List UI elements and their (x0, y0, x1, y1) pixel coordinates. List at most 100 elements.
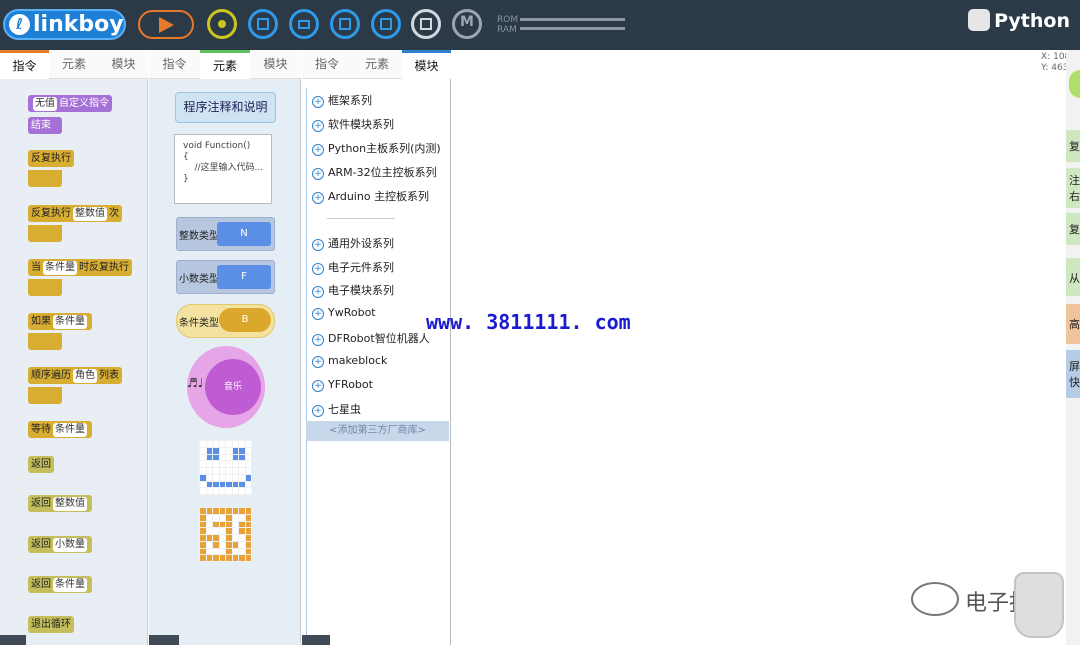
panel2-scrollbar[interactable] (149, 635, 179, 645)
panel3-scrollbar[interactable] (302, 635, 330, 645)
int-value-slot[interactable]: 整数值 (73, 207, 107, 221)
return-int-slot[interactable]: 整数值 (53, 497, 87, 511)
right-block[interactable]: 屏快 (1066, 350, 1080, 398)
repeat-n-block[interactable]: 反复执行 整数值次 (28, 205, 122, 222)
tab-elements[interactable]: 元素 (49, 50, 99, 79)
condition-slot[interactable]: 条件量 (43, 261, 77, 275)
module-item[interactable]: + makeblock (312, 354, 387, 368)
tab-elements[interactable]: 元素 (200, 50, 250, 79)
music-label: 音乐 (205, 359, 261, 415)
python-label: Python (994, 10, 1070, 32)
workspace-canvas[interactable]: X: 1087 Y: 463 www. 3811111. com 电子报 (426, 50, 1076, 645)
module-item[interactable]: + 通用外设系列 (312, 235, 394, 251)
wait-condition-slot[interactable]: 条件量 (53, 423, 87, 437)
led-pixel (239, 474, 245, 481)
led-pixel (219, 461, 225, 467)
save-button[interactable] (248, 9, 278, 39)
copy-button[interactable] (371, 9, 401, 39)
if-condition-slot[interactable]: 条件量 (53, 315, 87, 329)
tab-modules[interactable]: 模块 (402, 50, 451, 79)
module-item[interactable]: + 框架系列 (312, 92, 372, 108)
led-pixel (239, 488, 245, 494)
grid-button[interactable] (411, 9, 441, 39)
repeat-block[interactable]: 反复执行 (28, 150, 74, 167)
led-pixel (219, 521, 225, 528)
right-block[interactable]: 从 (1066, 258, 1080, 296)
bool-type-block[interactable]: 条件类型 B (176, 304, 275, 338)
module-item[interactable]: + Python主板系列(内测) (312, 140, 441, 156)
led-pixel (226, 488, 232, 494)
tab-modules[interactable]: 模块 (99, 50, 148, 79)
module-item[interactable]: + YwRobot (312, 306, 376, 320)
module-item[interactable]: + YFRobot (312, 378, 373, 392)
float-type-block[interactable]: 小数类型 F (176, 260, 275, 294)
tab-modules[interactable]: 模块 (250, 50, 301, 79)
module-item[interactable]: + 软件模块系列 (312, 116, 394, 132)
tab-instructions[interactable]: 指令 (0, 50, 49, 79)
return-decimal-block[interactable]: 返回 小数量 (28, 536, 92, 553)
module-label: Arduino 主控板系列 (328, 190, 430, 203)
led-pixel (239, 468, 245, 474)
module-item[interactable]: + 七星虫 (312, 401, 361, 417)
wait-block[interactable]: 等待 条件量 (28, 421, 92, 438)
right-block[interactable]: 注右 (1066, 168, 1080, 208)
collapse-arrow-icon[interactable] (1069, 70, 1080, 98)
return-condition-slot[interactable]: 条件量 (53, 578, 87, 592)
led-matrix-blue[interactable] (199, 440, 252, 495)
open-button[interactable] (289, 9, 319, 39)
rom-label: ROM (497, 15, 519, 25)
add-third-party-button[interactable]: <添加第三方厂商库> (306, 421, 449, 441)
custom-command-block[interactable]: 无值 自定义指令 (28, 95, 112, 112)
return-decimal-slot[interactable]: 小数量 (53, 538, 87, 552)
while-block[interactable]: 当条件量 时反复执行 (28, 259, 132, 276)
if-block[interactable]: 如果 条件量 (28, 313, 92, 330)
led-matrix-orange[interactable] (199, 507, 252, 562)
m-button[interactable]: M (452, 9, 482, 39)
logo-icon: ℓ (9, 14, 30, 35)
ram-bar (520, 27, 625, 30)
repeat-n-label: 反复执行 (31, 208, 71, 219)
expand-icon: + (312, 192, 324, 204)
return-block[interactable]: 返回 (28, 456, 54, 473)
return-condition-block[interactable]: 返回 条件量 (28, 576, 92, 593)
led-pixel (213, 481, 219, 488)
preview-button[interactable] (207, 9, 237, 39)
led-pixel (245, 481, 251, 488)
trash-bin-icon[interactable] (1014, 572, 1064, 638)
led-pixel (232, 474, 238, 481)
module-item[interactable]: + 电子元件系列 (312, 259, 394, 275)
exit-loop-block[interactable]: 退出循环 (28, 616, 74, 633)
module-item[interactable]: + Arduino 主控板系列 (312, 188, 429, 204)
right-block[interactable]: 复 (1066, 213, 1080, 245)
module-label: 通用外设系列 (328, 237, 394, 250)
led-pixel (239, 454, 245, 461)
edit-button[interactable] (330, 9, 360, 39)
panel1-scrollbar[interactable] (0, 635, 26, 645)
right-block[interactable]: 复 (1066, 130, 1080, 162)
led-pixel (232, 555, 238, 561)
led-pixel (213, 521, 219, 528)
iterate-block[interactable]: 顺序遍历 角色 列表 (28, 367, 122, 384)
right-block[interactable]: 高 (1066, 304, 1080, 344)
function-code-box[interactable]: void Function() { //这里输入代码... } (174, 134, 272, 204)
float-letter: F (217, 265, 271, 289)
module-item[interactable]: + 电子模块系列 (312, 282, 394, 298)
python-mode[interactable]: Python (968, 9, 1070, 32)
tab-instructions[interactable]: 指令 (302, 50, 352, 79)
role-slot[interactable]: 角色 (73, 369, 97, 383)
run-button[interactable] (138, 10, 194, 39)
music-element[interactable]: 音乐 ♬♩ (187, 346, 265, 428)
end-block[interactable]: 结束 (28, 117, 62, 134)
tab-elements[interactable]: 元素 (352, 50, 402, 79)
led-pixel (206, 454, 212, 461)
led-pixel (232, 447, 238, 454)
module-item[interactable]: + DFRobot智位机器人 (312, 330, 430, 346)
led-pixel (206, 481, 212, 488)
led-pixel (213, 441, 219, 447)
program-comment-button[interactable]: 程序注释和说明 (175, 92, 276, 123)
module-item[interactable]: + ARM-32位主控板系列 (312, 164, 437, 180)
expand-icon: + (312, 168, 324, 180)
tab-instructions[interactable]: 指令 (149, 50, 200, 79)
int-type-block[interactable]: 整数类型 N (176, 217, 275, 251)
return-int-block[interactable]: 返回 整数值 (28, 495, 92, 512)
